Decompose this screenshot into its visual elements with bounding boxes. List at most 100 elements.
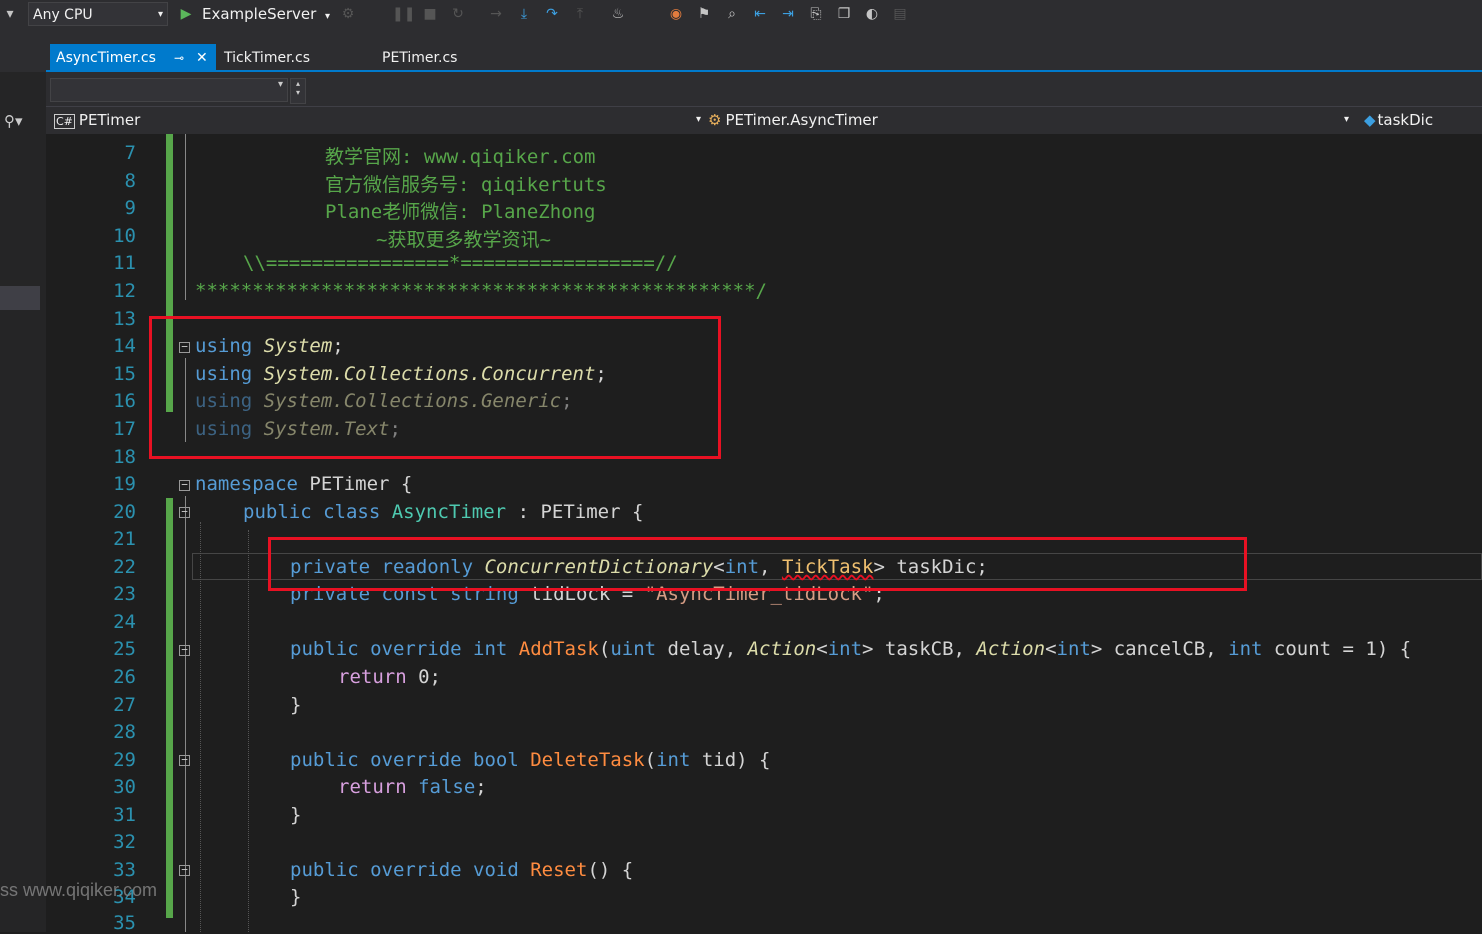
line-number: 25 — [113, 638, 136, 660]
line-number: 7 — [124, 142, 136, 164]
secondary-nav-bar: ▾ ▴ ▾ — [46, 72, 1482, 106]
chevron-down-icon: ▾ — [277, 79, 283, 90]
startup-project-button[interactable]: ExampleServer ▾ — [202, 2, 330, 26]
method-name: DeleteTask — [530, 749, 645, 771]
chevron-down-icon: ▾ — [1344, 114, 1350, 125]
punct: ( — [598, 638, 611, 660]
line-number: 18 — [113, 446, 136, 468]
chevron-down-icon: ▾ — [696, 114, 702, 125]
code-line-34: } — [290, 886, 302, 908]
attach-icon[interactable]: ⚙ — [338, 4, 358, 24]
find-icon[interactable]: ⌕ — [722, 4, 742, 24]
line-number: 10 — [113, 225, 136, 247]
keyword: int — [827, 638, 863, 660]
line-number: 26 — [113, 666, 136, 688]
method-name: Reset — [530, 859, 588, 881]
code-line-25: public override int AddTask(uint delay, … — [290, 638, 1411, 660]
line-number: 20 — [113, 501, 136, 523]
toggle-icon[interactable]: ◐ — [862, 4, 882, 24]
comment-icon[interactable]: ▤ — [890, 4, 910, 24]
param: tid) { — [690, 749, 771, 771]
close-icon[interactable]: ✕ — [196, 44, 208, 72]
platform-label: Any CPU — [33, 7, 93, 23]
scope-dropdown[interactable]: ▾ — [50, 78, 288, 102]
keyword: int — [1056, 638, 1091, 660]
window-icon[interactable]: ❐ — [834, 4, 854, 24]
keyword: public override bool — [290, 749, 519, 771]
stop-icon[interactable]: ■ — [420, 4, 440, 24]
code-line-31: } — [290, 804, 302, 826]
line-number: 35 — [113, 912, 136, 934]
csharp-project-icon: C# — [54, 114, 75, 129]
outline-guide — [185, 134, 186, 300]
type-label: PETimer.AsyncTimer — [725, 111, 878, 129]
param: > taskCB, — [862, 638, 977, 660]
tab-petimer[interactable]: PETimer.cs — [376, 44, 516, 72]
spin-button[interactable]: ▴ ▾ — [290, 78, 306, 104]
collapse-icon[interactable]: − — [179, 754, 190, 766]
start-debug-icon[interactable]: ▶ — [176, 4, 196, 24]
search-icon[interactable]: ⚲▾ — [4, 112, 40, 132]
line-number: 32 — [113, 831, 136, 853]
collapse-icon[interactable]: − — [179, 479, 190, 491]
keyword: namespace — [195, 473, 298, 495]
bookmark-icon[interactable]: ⎘ — [806, 4, 826, 24]
highlight-box-usings — [149, 316, 721, 459]
line-number: 15 — [113, 363, 136, 385]
line-number: 33 — [113, 859, 136, 881]
member-dropdown[interactable]: ◆ taskDic — [1364, 107, 1482, 133]
code-line-20: public class AsyncTimer : PETimer { — [243, 501, 643, 523]
step-over-icon[interactable]: ↷ — [542, 4, 562, 24]
collapse-icon[interactable]: − — [179, 644, 190, 656]
class-name: AsyncTimer — [391, 501, 507, 523]
code-line-30: return false; — [338, 776, 487, 798]
punct: ( — [644, 749, 657, 771]
platform-dropdown[interactable]: Any CPU ▾ — [28, 2, 168, 26]
tab-label: AsyncTimer.cs — [56, 50, 156, 66]
indent-guide — [200, 522, 201, 932]
code-line-19: namespace PETimer { — [195, 473, 412, 495]
pause-icon[interactable]: ❚❚ — [392, 4, 415, 24]
line-number: 22 — [113, 556, 136, 578]
line-number: 24 — [113, 611, 136, 633]
keyword: int — [656, 749, 691, 771]
toolbar: ▾ Any CPU ▾ ▶ ExampleServer ▾ ⚙ ❚❚ ■ ↻ →… — [0, 0, 1482, 31]
literal: false — [406, 776, 476, 798]
punct: < — [816, 638, 828, 660]
collapse-icon[interactable]: − — [179, 864, 190, 876]
hot-reload-icon[interactable]: ♨ — [608, 4, 628, 24]
code-line-27: } — [290, 694, 302, 716]
param: count = 1) { — [1262, 638, 1412, 660]
line-number: 13 — [113, 308, 136, 330]
left-tool-strip: ⊣ ✕ ⚲▾ — [0, 30, 47, 932]
collapse-icon[interactable]: − — [179, 506, 190, 518]
project-label: PETimer — [78, 111, 141, 129]
code-line-7: 教学官网: www.qiqiker.com — [325, 146, 596, 168]
type-name: Action — [976, 638, 1046, 660]
type-name: Action — [747, 638, 817, 660]
line-number: 29 — [113, 749, 136, 771]
tab-label: TickTimer.cs — [224, 50, 310, 66]
line-number: 9 — [124, 197, 136, 219]
flag-icon[interactable]: ⚑ — [694, 4, 714, 24]
show-next-statement-icon[interactable]: → — [486, 4, 506, 24]
line-number: 27 — [113, 694, 136, 716]
line-number: 11 — [113, 252, 136, 274]
line-number: 8 — [124, 170, 136, 192]
keyword: return — [338, 666, 407, 688]
selected-item[interactable] — [0, 286, 40, 310]
navigate-backward-icon[interactable]: ⇤ — [750, 4, 770, 24]
step-out-icon[interactable]: ⤒ — [570, 4, 590, 24]
project-dropdown[interactable]: C# PETimer ▾ — [54, 107, 704, 133]
indent-guide — [248, 530, 249, 932]
restart-icon[interactable]: ↻ — [448, 4, 468, 24]
namespace-decl: PETimer { — [297, 473, 413, 495]
type-dropdown[interactable]: ⚙ PETimer.AsyncTimer ▾ — [708, 107, 1358, 133]
navigate-forward-icon[interactable]: ⇥ — [778, 4, 798, 24]
step-into-icon[interactable]: ⤓ — [514, 4, 534, 24]
chevron-down-icon[interactable]: ▾ — [0, 4, 20, 24]
tab-ticktimer[interactable]: TickTimer.cs — [218, 44, 358, 72]
diagnostics-icon[interactable]: ◉ — [666, 4, 686, 24]
pin-icon[interactable]: ⊸ — [174, 44, 184, 72]
tab-asynctimer[interactable]: AsyncTimer.cs ⊸ ✕ — [50, 44, 216, 72]
